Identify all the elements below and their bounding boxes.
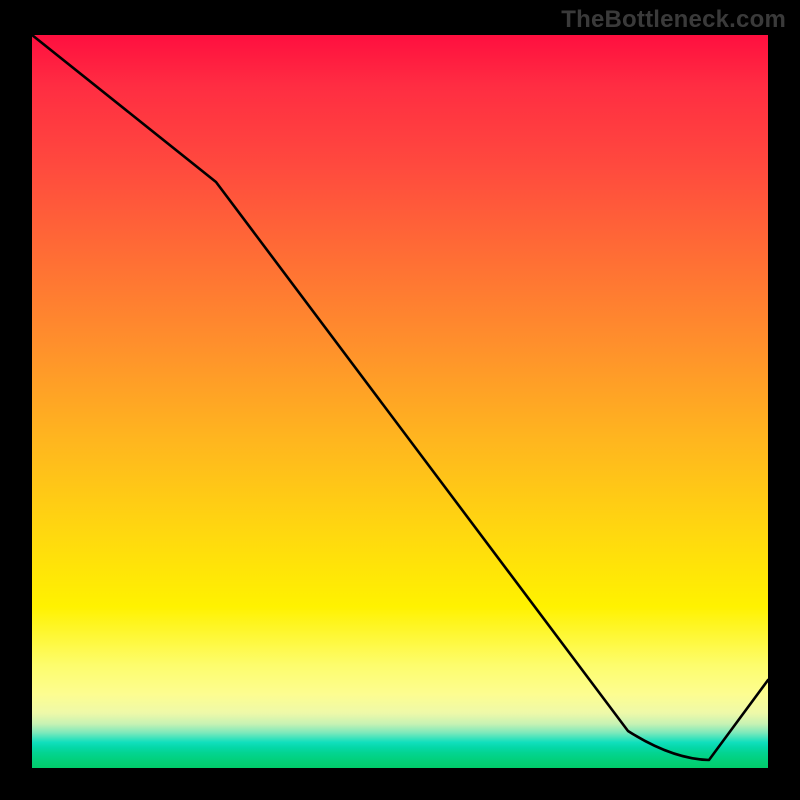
plot-area [32,35,768,768]
heat-gradient [32,35,768,768]
chart-frame: TheBottleneck.com [0,0,800,800]
plot-inner [32,35,768,768]
watermark-text: TheBottleneck.com [561,6,786,34]
